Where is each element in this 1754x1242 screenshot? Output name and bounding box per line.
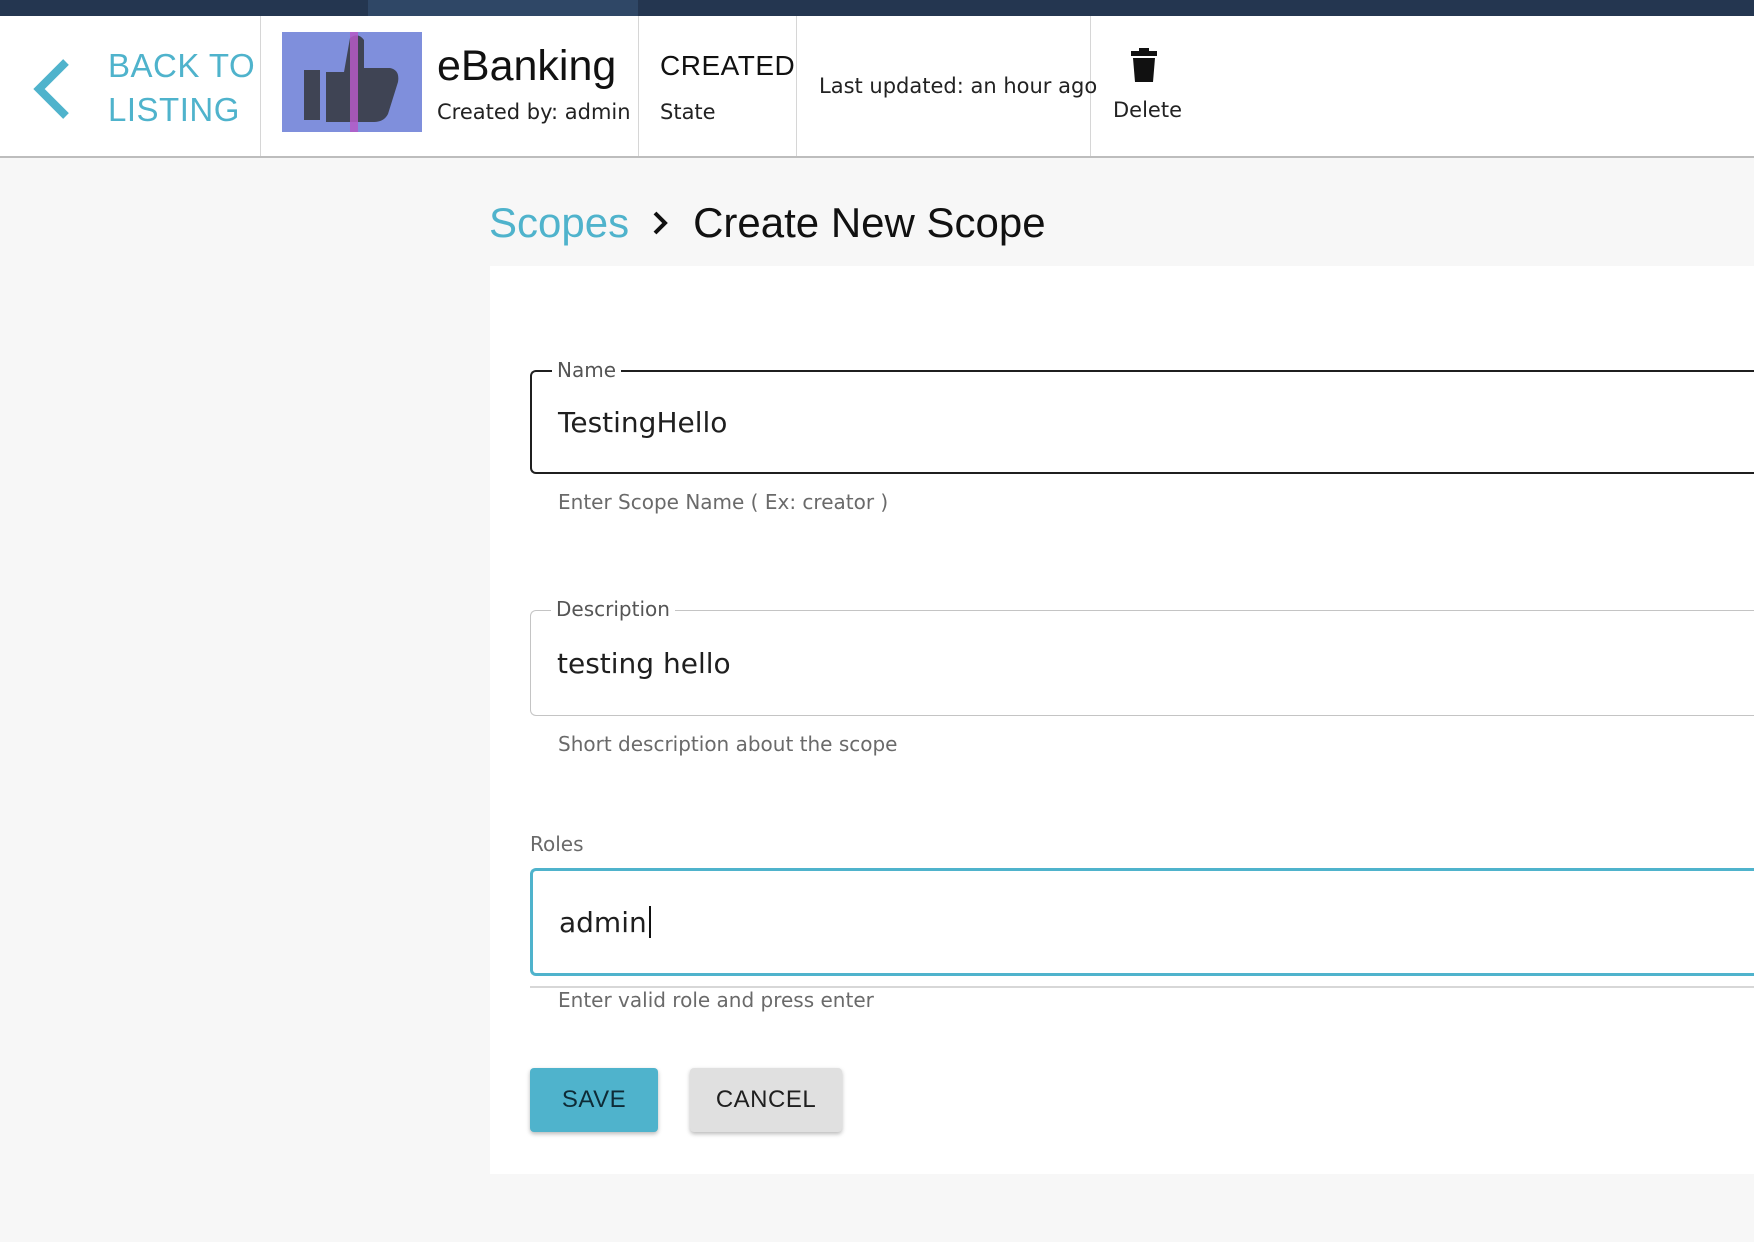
app-created-by: Created by: admin bbox=[437, 100, 631, 124]
last-updated: Last updated: an hour ago bbox=[797, 16, 1097, 156]
name-input[interactable]: TestingHello bbox=[558, 372, 1738, 472]
app-summary: eBanking Created by: admin bbox=[261, 16, 639, 156]
top-bar bbox=[0, 0, 1754, 16]
name-field: Name TestingHello bbox=[530, 358, 1754, 474]
description-helper-text: Short description about the scope bbox=[558, 732, 898, 756]
app-name: eBanking bbox=[437, 42, 617, 90]
state-value: CREATED bbox=[660, 50, 796, 81]
description-input[interactable]: testing hello bbox=[557, 611, 1737, 715]
roles-input[interactable]: admin bbox=[559, 871, 1739, 973]
roles-field-label: Roles bbox=[530, 832, 584, 856]
description-field: Description testing hello bbox=[530, 597, 1754, 716]
name-helper-text: Enter Scope Name ( Ex: creator ) bbox=[558, 490, 889, 514]
back-to-listing-label: BACK TO LISTING bbox=[108, 47, 256, 128]
app-state: CREATED State bbox=[639, 16, 797, 156]
text-caret bbox=[648, 906, 651, 938]
save-button[interactable]: SAVE bbox=[530, 1068, 658, 1132]
breadcrumb-scopes-link[interactable]: Scopes bbox=[489, 199, 629, 247]
delete-button[interactable]: Delete bbox=[1091, 16, 1201, 156]
scope-form-card: Name TestingHello Enter Scope Name ( Ex:… bbox=[490, 266, 1754, 1174]
trash-icon bbox=[1131, 48, 1157, 82]
roles-input-value: admin bbox=[559, 905, 647, 939]
delete-label: Delete bbox=[1113, 98, 1182, 122]
roles-helper-text: Enter valid role and press enter bbox=[558, 988, 874, 1012]
chevron-left-icon bbox=[33, 59, 69, 119]
breadcrumb: Scopes Create New Scope bbox=[489, 196, 1046, 250]
state-label: State bbox=[660, 100, 716, 124]
chevron-right-icon bbox=[653, 211, 668, 235]
roles-field: admin bbox=[530, 868, 1754, 976]
app-thumbnail bbox=[282, 32, 422, 132]
last-updated-text: Last updated: an hour ago bbox=[819, 74, 1098, 98]
thumbnail-overlay-stripe bbox=[350, 32, 358, 132]
page-title: Create New Scope bbox=[693, 199, 1046, 246]
back-to-listing-button[interactable]: BACK TO LISTING bbox=[0, 16, 261, 156]
cancel-button[interactable]: CANCEL bbox=[690, 1068, 842, 1132]
header: BACK TO LISTING eBanking Created by: adm… bbox=[0, 16, 1754, 158]
top-bar-active-segment bbox=[368, 0, 638, 16]
